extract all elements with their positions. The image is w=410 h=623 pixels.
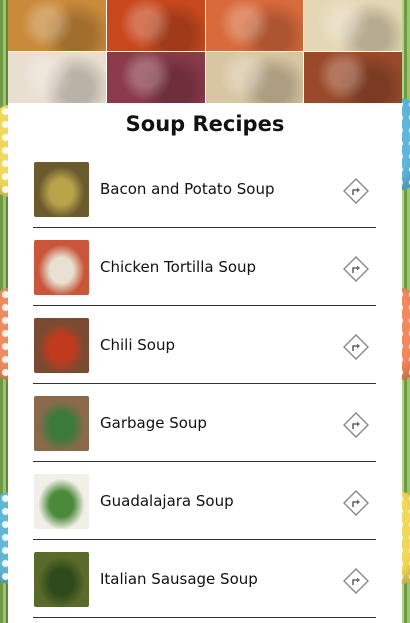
recipe-name: Chili Soup [100, 336, 175, 354]
recipe-name: Garbage Soup [100, 414, 207, 432]
recipe-name: Bacon and Potato Soup [100, 180, 275, 198]
fruit-tart-photo [106, 52, 205, 103]
noodle-dish-photo [304, 0, 402, 51]
recipe-thumbnail [34, 162, 89, 217]
recipe-name: Italian Sausage Soup [100, 570, 258, 588]
recipe-thumbnail [34, 240, 89, 295]
recipe-list-item[interactable]: Chili Soup [33, 306, 376, 384]
recipe-list-item[interactable]: Garbage Soup [33, 384, 376, 462]
recipe-list-item[interactable]: Italian Sausage Soup [33, 540, 376, 618]
share-arrow-icon[interactable] [343, 568, 369, 594]
recipe-list-item[interactable]: Bacon and Potato Soup [33, 150, 376, 228]
shrimp-photo [205, 0, 304, 51]
tofu-photo [8, 52, 106, 103]
page-title: Soup Recipes [125, 112, 285, 136]
recipe-list: Bacon and Potato Soup Chicken Tortilla So… [33, 150, 376, 618]
share-arrow-icon[interactable] [343, 178, 369, 204]
rice-dish-photo [304, 52, 402, 103]
sesame-balls-photo [205, 52, 304, 103]
recipe-name: Guadalajara Soup [100, 492, 234, 510]
recipe-list-item[interactable]: Guadalajara Soup [33, 462, 376, 540]
share-arrow-icon[interactable] [343, 256, 369, 282]
share-arrow-icon[interactable] [343, 490, 369, 516]
recipe-name: Chicken Tortilla Soup [100, 258, 257, 276]
recipe-thumbnail [34, 396, 89, 451]
share-arrow-icon[interactable] [343, 412, 369, 438]
fried-balls-photo [8, 0, 106, 51]
recipe-list-item[interactable]: Chicken Tortilla Soup [33, 228, 376, 306]
header-photo-collage [8, 0, 402, 103]
recipe-thumbnail [34, 474, 89, 529]
curry-photo [106, 0, 205, 51]
recipe-thumbnail [34, 552, 89, 607]
recipe-thumbnail [34, 318, 89, 373]
share-arrow-icon[interactable] [343, 334, 369, 360]
